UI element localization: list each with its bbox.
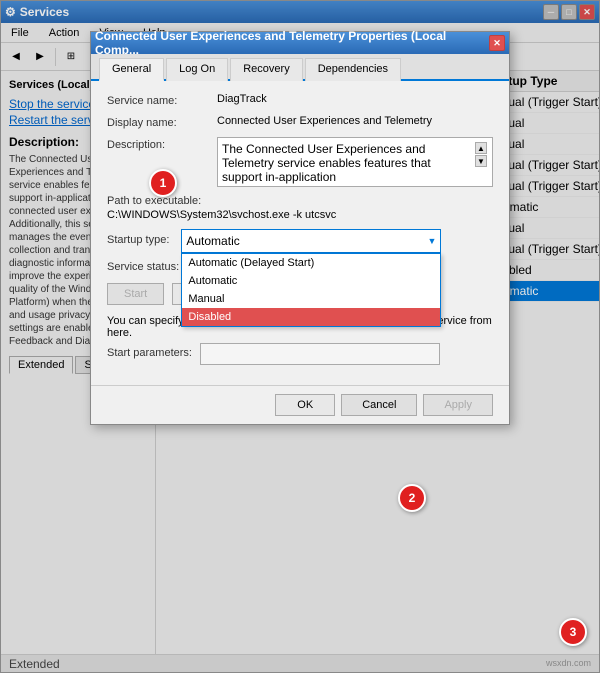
apply-button[interactable]: Apply <box>423 394 493 416</box>
option-manual[interactable]: Manual <box>182 290 440 308</box>
service-name-row: Service name: DiagTrack <box>107 93 493 107</box>
tab-dependencies[interactable]: Dependencies <box>305 58 401 81</box>
properties-dialog: Connected User Experiences and Telemetry… <box>90 31 510 425</box>
dialog-tabs: General Log On Recovery Dependencies <box>91 54 509 81</box>
dropdown-arrow-icon: ▼ <box>427 236 436 246</box>
option-automatic[interactable]: Automatic <box>182 272 440 290</box>
startup-label: Startup type: <box>107 234 169 246</box>
start-params-label: Start parameters: <box>107 347 192 359</box>
desc-label: Description: <box>107 137 217 151</box>
path-section: Path to executable: C:\WINDOWS\System32\… <box>107 195 493 221</box>
startup-section: Startup type: Automatic ▼ Automatic (Del… <box>107 229 493 253</box>
marker-3: 3 <box>559 618 587 646</box>
start-button[interactable]: Start <box>107 283 164 305</box>
service-name-label: Service name: <box>107 93 217 107</box>
desc-box: The Connected User Experiences and Telem… <box>217 137 493 187</box>
marker-2: 2 <box>398 484 426 512</box>
startup-dropdown-container: Automatic ▼ Automatic (Delayed Start) Au… <box>181 229 441 253</box>
desc-scrollbar: ▲ ▼ <box>474 142 488 167</box>
marker-1: 1 <box>149 169 177 197</box>
desc-box-text: The Connected User Experiences and Telem… <box>222 142 474 184</box>
path-value: C:\WINDOWS\System32\svchost.exe -k utcsv… <box>107 209 493 221</box>
service-name-value: DiagTrack <box>217 93 493 105</box>
tab-general[interactable]: General <box>99 58 164 81</box>
tab-logon[interactable]: Log On <box>166 58 228 81</box>
start-params-input[interactable] <box>200 343 440 365</box>
watermark: wsxdn.com <box>546 658 591 668</box>
display-name-row: Display name: Connected User Experiences… <box>107 115 493 129</box>
display-name-value: Connected User Experiences and Telemetry <box>217 115 493 127</box>
dialog-title-bar: Connected User Experiences and Telemetry… <box>91 32 509 54</box>
dialog-footer: OK Cancel Apply <box>91 385 509 424</box>
startup-dropdown-menu: Automatic (Delayed Start) Automatic Manu… <box>181 253 441 327</box>
ok-button[interactable]: OK <box>275 394 335 416</box>
dialog-close-button[interactable]: ✕ <box>489 35 505 51</box>
dialog-overlay: Connected User Experiences and Telemetry… <box>1 1 599 672</box>
status-label: Service status: <box>107 261 179 273</box>
services-window: ⚙ Services ─ □ ✕ File Action View Help ◀… <box>0 0 600 673</box>
dialog-title: Connected User Experiences and Telemetry… <box>95 29 489 57</box>
display-name-label: Display name: <box>107 115 217 129</box>
startup-selected-value: Automatic <box>186 234 239 248</box>
desc-scroll-up[interactable]: ▲ <box>475 142 487 154</box>
option-disabled[interactable]: Disabled <box>182 308 440 326</box>
cancel-button[interactable]: Cancel <box>341 394 417 416</box>
tab-recovery[interactable]: Recovery <box>230 58 302 81</box>
dialog-content: Service name: DiagTrack Display name: Co… <box>91 81 509 385</box>
startup-dropdown[interactable]: Automatic ▼ <box>181 229 441 253</box>
option-delayed-start[interactable]: Automatic (Delayed Start) <box>182 254 440 272</box>
desc-scroll-down[interactable]: ▼ <box>475 155 487 167</box>
